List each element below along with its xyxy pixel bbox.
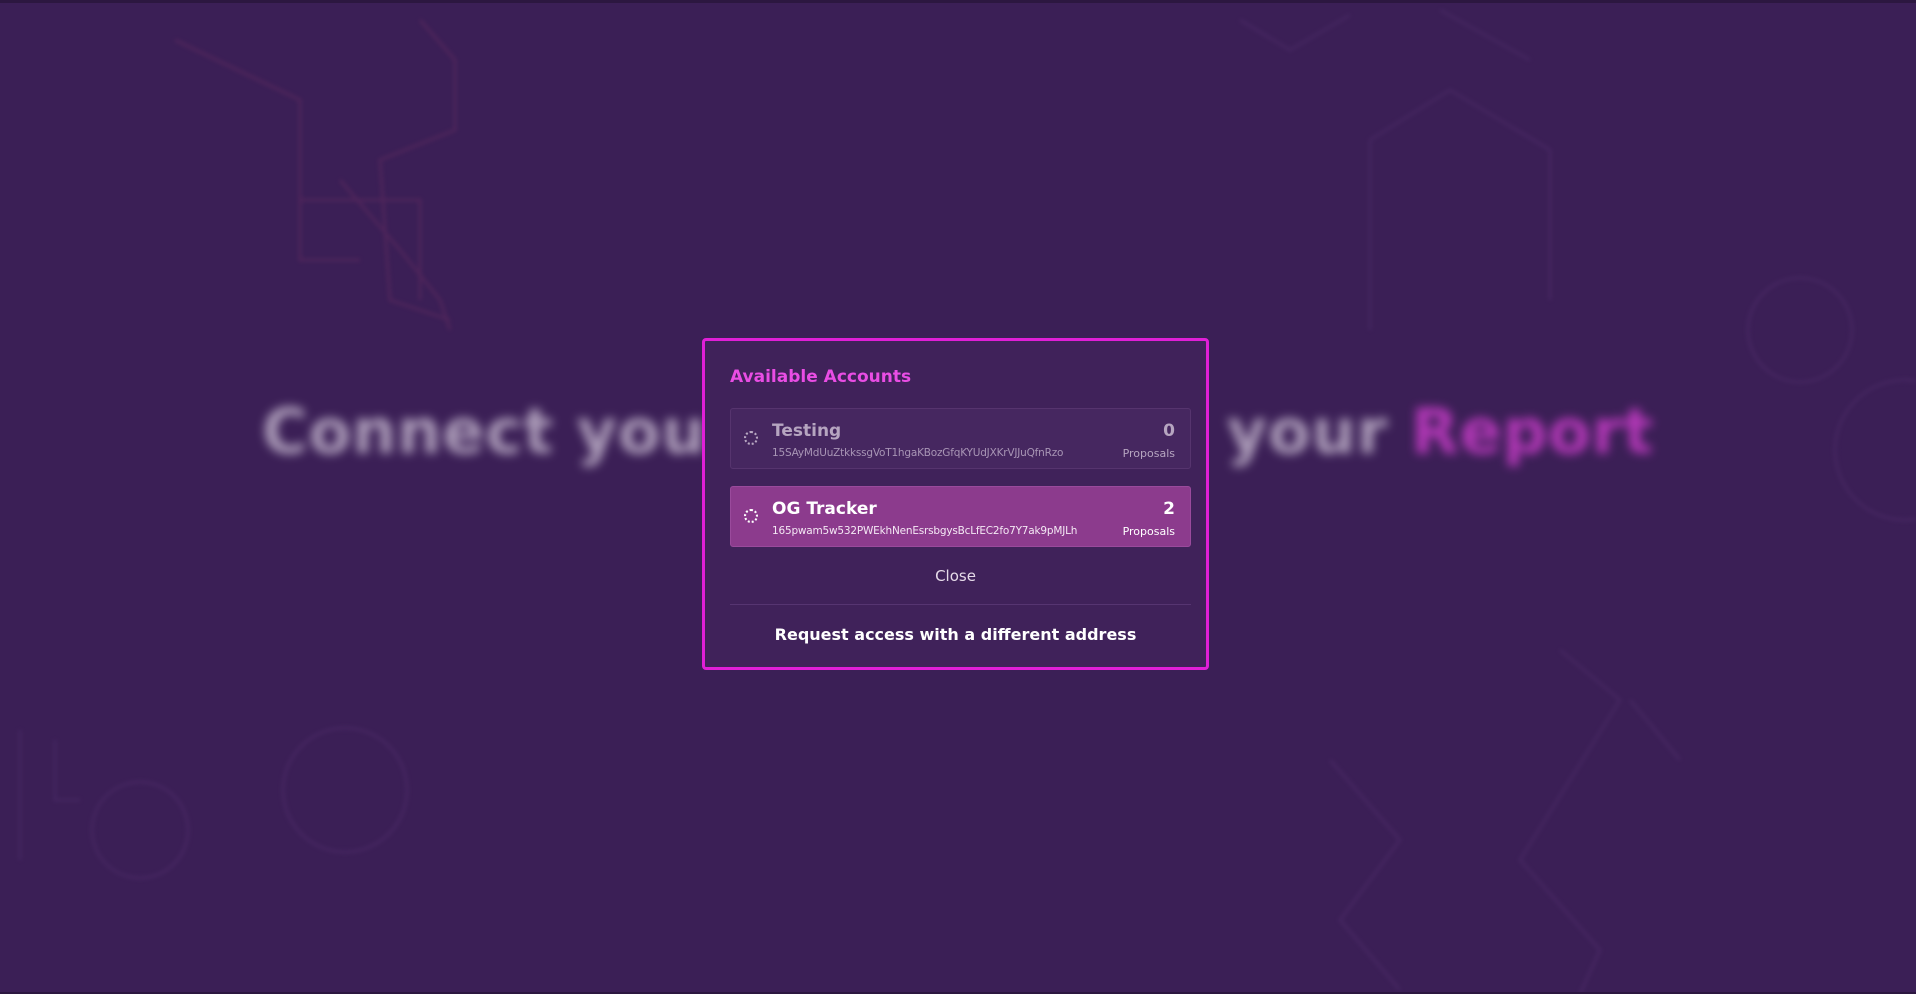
close-button[interactable]: Close: [705, 567, 1206, 585]
proposal-count-label: Proposals: [1122, 447, 1175, 460]
app-root: Connect you your Report Available Account…: [0, 0, 1916, 994]
proposal-count: 2: [1163, 499, 1175, 519]
request-access-button[interactable]: Request access with a different address: [705, 625, 1206, 644]
hero-text-mid: your: [1226, 395, 1389, 468]
account-name: OG Tracker: [772, 499, 877, 519]
proposal-count: 0: [1163, 421, 1175, 441]
proposal-count-label: Proposals: [1122, 525, 1175, 538]
account-item-og-tracker[interactable]: OG Tracker 165pwam5w532PWEkhNenEsrsbgysB…: [730, 486, 1191, 547]
modal-title: Available Accounts: [730, 367, 912, 387]
account-address: 15SAyMdUuZtkkssgVoT1hgaKBozGfqKYUdJXKrVJ…: [772, 447, 1064, 459]
divider: [730, 604, 1191, 605]
account-name: Testing: [772, 421, 842, 441]
account-item-testing[interactable]: Testing 15SAyMdUuZtkkssgVoT1hgaKBozGfqKY…: [730, 408, 1191, 469]
accounts-modal: Available Accounts Testing 15SAyMdUuZtkk…: [702, 338, 1209, 670]
loading-dots-icon: [744, 509, 758, 523]
loading-dots-icon: [744, 431, 758, 445]
hero-text-start: Connect you: [262, 395, 707, 468]
hero-text-accent: Report: [1410, 395, 1654, 468]
account-address: 165pwam5w532PWEkhNenEsrsbgysBcLfEC2fo7Y7…: [772, 525, 1078, 537]
